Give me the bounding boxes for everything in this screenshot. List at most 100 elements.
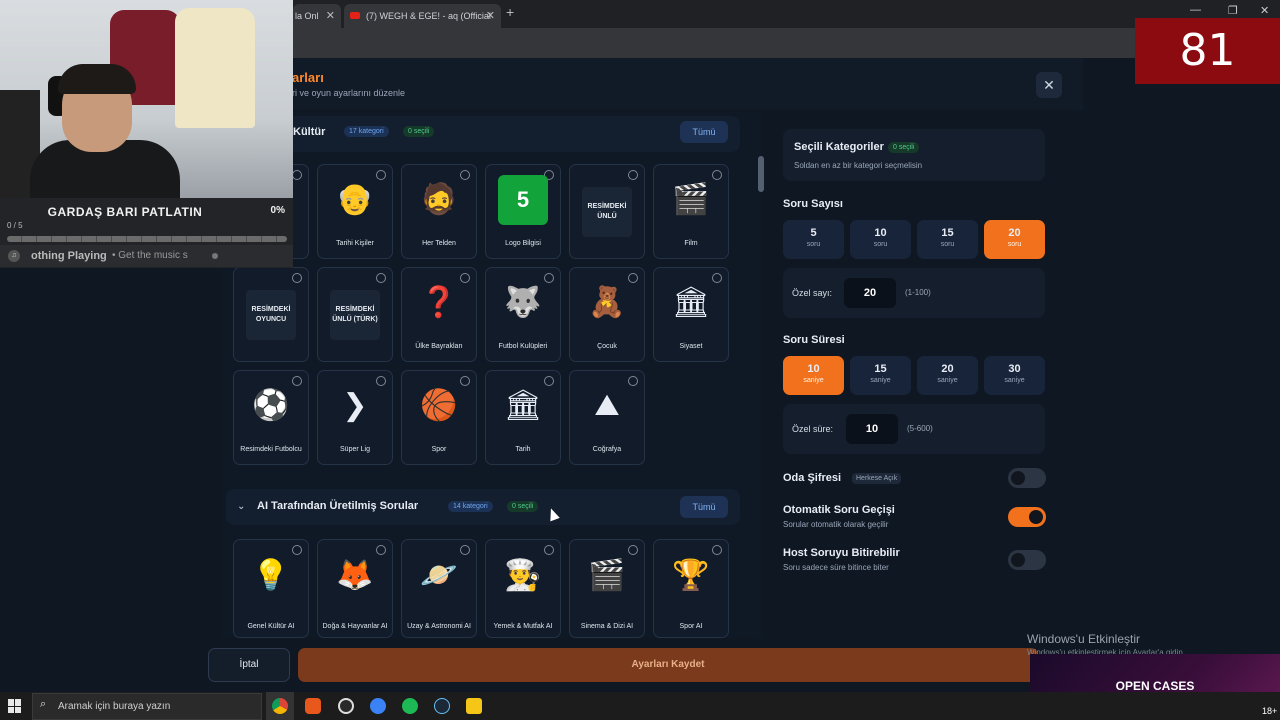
category-image: 5 <box>498 175 548 225</box>
option-value: 20 <box>1008 227 1021 239</box>
radio-icon[interactable] <box>712 545 722 555</box>
category-card[interactable]: 🏀 Spor <box>401 370 477 465</box>
webcam-feed <box>0 0 293 198</box>
selected-categories-box <box>783 129 1045 181</box>
room-public-badge: Herkese Açık <box>852 473 902 484</box>
host-end-label: Host Soruyu Bitirebilir <box>783 547 900 559</box>
modal-close-button[interactable]: ✕ <box>1036 72 1062 98</box>
question-time-option[interactable]: 10 saniye <box>783 356 844 395</box>
category-card[interactable]: 🎬 Film <box>653 164 729 259</box>
new-tab-button[interactable]: + <box>506 4 514 20</box>
category-label: Film <box>684 240 698 247</box>
radio-icon[interactable] <box>376 273 386 283</box>
window-close-button[interactable]: ✕ <box>1260 4 1269 17</box>
ai-category-card[interactable]: 👨‍🍳 Yemek & Mutfak AI <box>485 539 561 638</box>
category-image: ❓ <box>420 286 458 319</box>
spotify-icon[interactable] <box>402 698 418 714</box>
radio-icon[interactable] <box>292 170 302 180</box>
chrome-icon[interactable] <box>272 698 288 714</box>
category-card[interactable]: ⚽ Resimdeki Futbolcu <box>233 370 309 465</box>
custom-count-label: Özel sayı: <box>792 288 833 298</box>
ai-category-card[interactable]: 🎬 Sinema & Dizi AI <box>569 539 645 638</box>
category-card[interactable]: 🏛 Siyaset <box>653 267 729 362</box>
section-title: AI Tarafından Üretilmiş Sorular <box>257 500 419 512</box>
close-icon[interactable]: ✕ <box>486 4 495 28</box>
category-image: ⚽ <box>252 389 290 422</box>
obs-icon[interactable] <box>338 698 354 714</box>
ai-category-card[interactable]: 💡 Genel Kültür AI <box>233 539 309 638</box>
now-playing-widget: ♫ othing Playing • Get the music s <box>0 245 293 267</box>
category-image: 🎬 <box>672 183 710 216</box>
question-count-option[interactable]: 20 soru <box>984 220 1045 259</box>
minimize-button[interactable]: — <box>1190 4 1201 16</box>
question-time-option[interactable]: 20 saniye <box>917 356 978 395</box>
category-card[interactable]: 5 Logo Bilgisi <box>485 164 561 259</box>
radio-icon[interactable] <box>460 545 470 555</box>
ai-category-card[interactable]: 🪐 Uzay & Astronomi AI <box>401 539 477 638</box>
select-all-button[interactable]: Tümü <box>680 496 728 518</box>
category-card[interactable]: RESİMDEKİ ÜNLÜ (TÜRK) <box>317 267 393 362</box>
question-time-option[interactable]: 15 saniye <box>850 356 911 395</box>
category-card[interactable]: RESİMDEKİ ÜNLÜ <box>569 164 645 259</box>
radio-icon[interactable] <box>376 545 386 555</box>
selected-categories-title: Seçili Kategoriler <box>794 141 884 153</box>
category-card[interactable]: 🏛 Tarih <box>485 370 561 465</box>
custom-count-input[interactable]: 20 <box>844 278 896 308</box>
scrollbar-thumb[interactable] <box>758 156 764 192</box>
question-count-option[interactable]: 15 soru <box>917 220 978 259</box>
radio-icon[interactable] <box>544 545 554 555</box>
category-card[interactable]: RESİMDEKİ OYUNCU <box>233 267 309 362</box>
category-card[interactable]: 👴 Tarihi Kişiler <box>317 164 393 259</box>
radio-icon[interactable] <box>628 545 638 555</box>
brave-icon[interactable] <box>305 698 321 714</box>
category-image: 🐺 <box>504 286 542 319</box>
chevron-down-icon[interactable]: ⌄ <box>237 501 245 512</box>
custom-time-label: Özel süre: <box>792 424 834 434</box>
maximize-button[interactable]: ❐ <box>1228 4 1238 17</box>
ai-category-card[interactable]: 🏆 Spor AI <box>653 539 729 638</box>
ai-category-card[interactable]: 🦊 Doğa & Hayvanlar AI <box>317 539 393 638</box>
room-password-toggle[interactable] <box>1008 468 1046 488</box>
category-label: Uzay & Astronomi AI <box>407 623 471 630</box>
tab-label: la Onl <box>295 11 319 21</box>
stream-counter: 81 <box>1135 18 1280 84</box>
option-value: 15 <box>874 363 887 375</box>
category-card[interactable]: 🐺 Futbol Kulüpleri <box>485 267 561 362</box>
close-icon[interactable]: ✕ <box>326 4 335 28</box>
category-label: Logo Bilgisi <box>505 240 541 247</box>
category-image: 🎬 <box>588 559 626 592</box>
question-count-option[interactable]: 5 soru <box>783 220 844 259</box>
select-all-button[interactable]: Tümü <box>680 121 728 143</box>
radio-icon[interactable] <box>292 273 302 283</box>
app-icon[interactable] <box>466 698 482 714</box>
goal-count: 0 / 5 <box>7 221 23 230</box>
goal-percent: 0% <box>270 205 285 216</box>
host-end-toggle[interactable] <box>1008 550 1046 570</box>
category-label: Siyaset <box>679 343 703 350</box>
category-card[interactable]: ❓ Ülke Bayrakları <box>401 267 477 362</box>
category-card[interactable]: 🧸 Çocuk <box>569 267 645 362</box>
question-count-option[interactable]: 10 soru <box>850 220 911 259</box>
cancel-button[interactable]: İptal <box>208 648 290 682</box>
windows-start-icon[interactable] <box>8 699 22 713</box>
category-card[interactable]: ⛰ Coğrafya <box>569 370 645 465</box>
auto-next-toggle[interactable] <box>1008 507 1046 527</box>
radio-icon[interactable] <box>292 545 302 555</box>
category-label: Coğrafya <box>592 446 622 453</box>
category-image-text: RESİMDEKİ ÜNLÜ (TÜRK) <box>330 290 380 340</box>
category-image: 🏛 <box>503 389 543 422</box>
category-label: Tarihi Kişiler <box>336 240 374 247</box>
option-value: 15 <box>941 227 954 239</box>
status-dot <box>212 253 218 259</box>
save-settings-button[interactable]: Ayarları Kaydet <box>298 648 1038 682</box>
custom-time-input[interactable]: 10 <box>846 414 898 444</box>
browser-tab-2[interactable]: (7) WEGH & EGE! - aq (Official ✕ <box>344 4 501 28</box>
question-time-option[interactable]: 30 saniye <box>984 356 1045 395</box>
radio-icon[interactable] <box>628 170 638 180</box>
app-icon[interactable] <box>370 698 386 714</box>
category-image: 💡 <box>252 559 290 592</box>
steam-icon[interactable] <box>434 698 450 714</box>
browser-tab-1[interactable]: la Onl ✕ <box>293 4 341 28</box>
category-card[interactable]: ❯ Süper Lig <box>317 370 393 465</box>
category-card[interactable]: 🧔 Her Telden <box>401 164 477 259</box>
